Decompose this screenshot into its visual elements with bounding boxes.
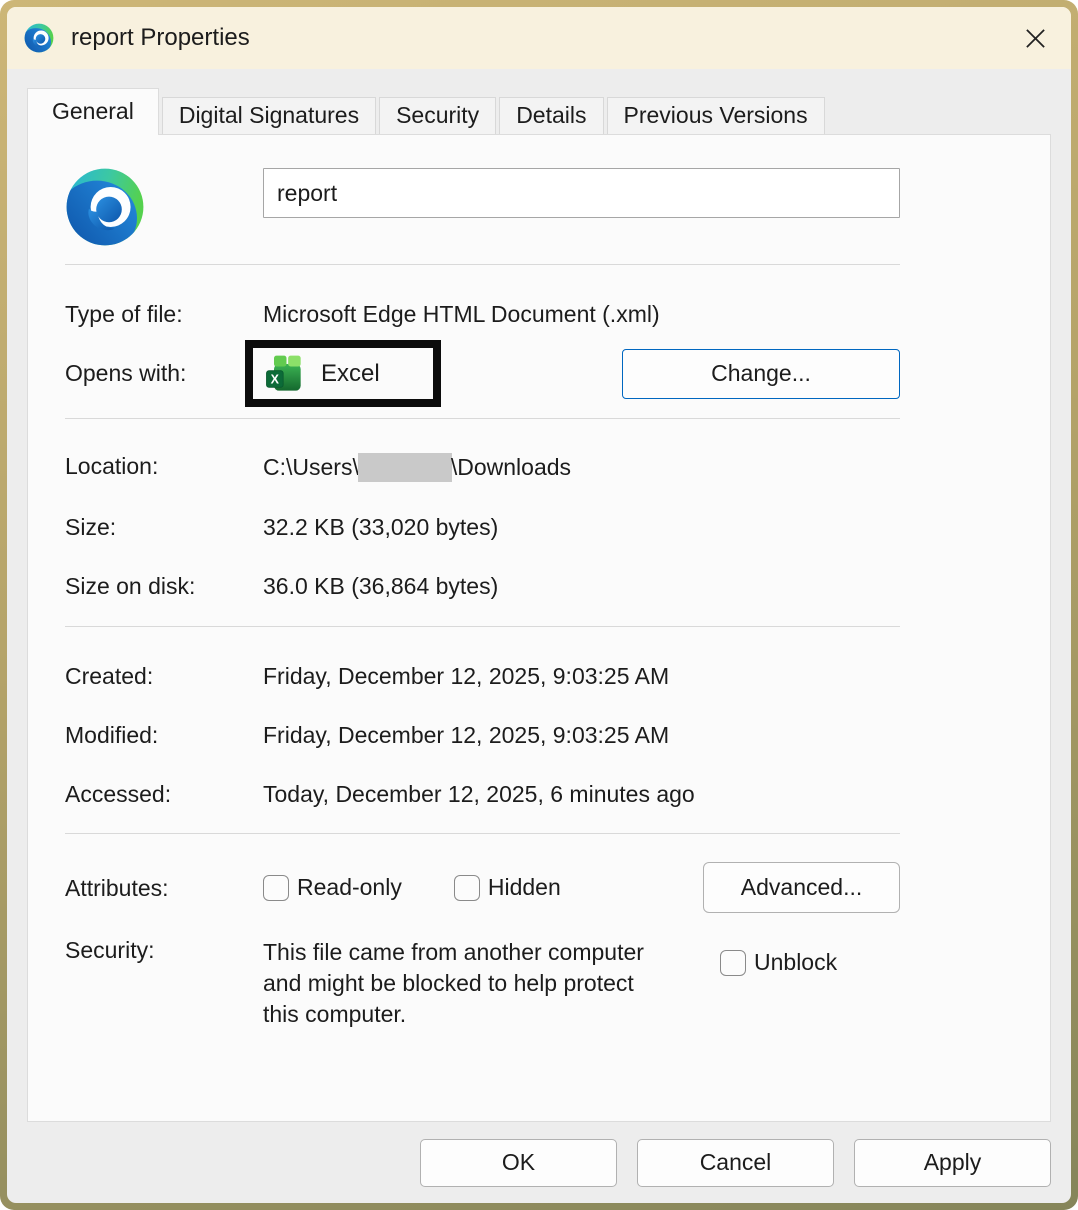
edge-file-icon xyxy=(65,167,145,247)
size-row: Size: 32.2 KB (33,020 bytes) xyxy=(65,514,900,541)
cancel-button[interactable]: Cancel xyxy=(637,1139,834,1187)
title-bar: report Properties xyxy=(7,7,1071,69)
readonly-label: Read-only xyxy=(297,874,402,901)
opens-with-app-name: Excel xyxy=(321,360,380,388)
tab-details[interactable]: Details xyxy=(499,97,603,134)
tab-general[interactable]: General xyxy=(27,88,159,135)
file-name-input[interactable] xyxy=(263,168,900,218)
general-tab-panel: Type of file: Microsoft Edge HTML Docume… xyxy=(27,134,1051,1122)
unblock-label: Unblock xyxy=(754,949,837,976)
dialog-surface: report Properties General Digital Signat… xyxy=(7,7,1071,1203)
edge-icon xyxy=(24,23,54,53)
location-value: C:\Users\ \Downloads xyxy=(263,453,571,482)
advanced-button[interactable]: Advanced... xyxy=(703,862,900,913)
location-prefix: C:\Users\ xyxy=(263,454,359,480)
modified-label: Modified: xyxy=(65,722,263,749)
tab-previous-versions[interactable]: Previous Versions xyxy=(607,97,825,134)
type-of-file-label: Type of file: xyxy=(65,301,263,328)
change-button[interactable]: Change... xyxy=(622,349,900,399)
opens-with-label: Opens with: xyxy=(65,360,263,387)
security-label: Security: xyxy=(65,937,263,964)
window-title: report Properties xyxy=(71,24,250,52)
apply-button[interactable]: Apply xyxy=(854,1139,1051,1187)
close-icon xyxy=(1024,27,1047,50)
file-name-row xyxy=(65,167,900,249)
security-text: This file came from another computer and… xyxy=(263,937,673,1030)
excel-icon xyxy=(264,354,304,394)
divider xyxy=(65,626,900,627)
divider xyxy=(65,264,900,265)
unblock-checkbox[interactable] xyxy=(720,950,746,976)
accessed-label: Accessed: xyxy=(65,781,263,808)
created-value: Friday, December 12, 2025, 9:03:25 AM xyxy=(263,663,669,690)
size-value: 32.2 KB (33,020 bytes) xyxy=(263,514,498,541)
tab-security[interactable]: Security xyxy=(379,97,496,134)
divider xyxy=(65,833,900,834)
attributes-row: Attributes: Read-only Hidden Advanced... xyxy=(65,862,900,913)
opens-with-row: Opens with: Excel Change... xyxy=(65,340,900,407)
divider xyxy=(65,418,900,419)
created-row: Created: Friday, December 12, 2025, 9:03… xyxy=(65,663,900,690)
readonly-checkbox[interactable] xyxy=(263,875,289,901)
hidden-label: Hidden xyxy=(488,874,561,901)
attributes-label: Attributes: xyxy=(65,862,263,902)
hidden-checkbox[interactable] xyxy=(454,875,480,901)
readonly-checkbox-item[interactable]: Read-only xyxy=(263,874,402,901)
size-on-disk-value: 36.0 KB (36,864 bytes) xyxy=(263,573,498,600)
security-row: Security: This file came from another co… xyxy=(65,937,900,1030)
size-on-disk-row: Size on disk: 36.0 KB (36,864 bytes) xyxy=(65,573,900,600)
dialog-footer: OK Cancel Apply xyxy=(7,1122,1071,1203)
location-row: Location: C:\Users\ \Downloads xyxy=(65,453,900,482)
unblock-checkbox-item[interactable]: Unblock xyxy=(720,937,837,976)
redacted-username xyxy=(358,453,452,482)
attributes-checkbox-group: Read-only Hidden xyxy=(263,862,561,901)
hidden-checkbox-item[interactable]: Hidden xyxy=(454,874,561,901)
size-on-disk-label: Size on disk: xyxy=(65,573,263,600)
location-suffix: \Downloads xyxy=(451,454,571,480)
opens-with-highlight-box: Excel xyxy=(245,340,441,407)
modified-row: Modified: Friday, December 12, 2025, 9:0… xyxy=(65,722,900,749)
properties-dialog: report Properties General Digital Signat… xyxy=(0,0,1078,1210)
size-label: Size: xyxy=(65,514,263,541)
ok-button[interactable]: OK xyxy=(420,1139,617,1187)
location-label: Location: xyxy=(65,453,263,480)
accessed-value: Today, December 12, 2025, 6 minutes ago xyxy=(263,781,695,808)
created-label: Created: xyxy=(65,663,263,690)
accessed-row: Accessed: Today, December 12, 2025, 6 mi… xyxy=(65,781,900,808)
tab-strip: General Digital Signatures Security Deta… xyxy=(27,88,1051,134)
close-button[interactable] xyxy=(1015,18,1055,58)
type-of-file-value: Microsoft Edge HTML Document (.xml) xyxy=(263,301,660,328)
tab-digital-signatures[interactable]: Digital Signatures xyxy=(162,97,376,134)
type-of-file-row: Type of file: Microsoft Edge HTML Docume… xyxy=(65,301,900,328)
modified-value: Friday, December 12, 2025, 9:03:25 AM xyxy=(263,722,669,749)
